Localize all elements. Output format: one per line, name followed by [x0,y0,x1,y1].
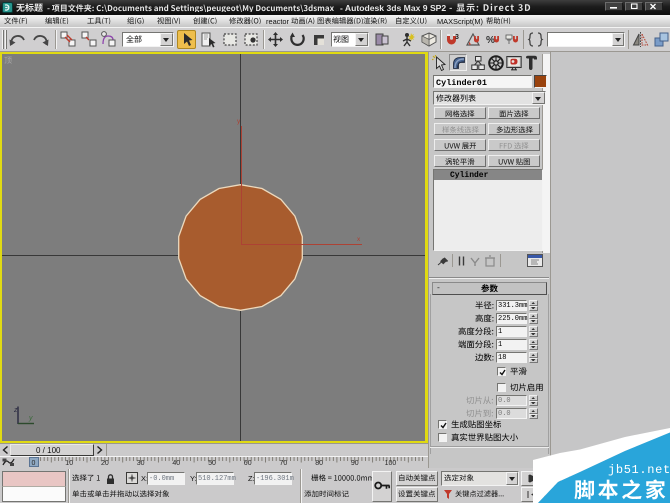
svg-text:z: z [13,407,18,414]
svg-text:x: x [357,236,361,243]
svg-text:y: y [237,118,241,125]
svg-text:y: y [28,415,33,422]
